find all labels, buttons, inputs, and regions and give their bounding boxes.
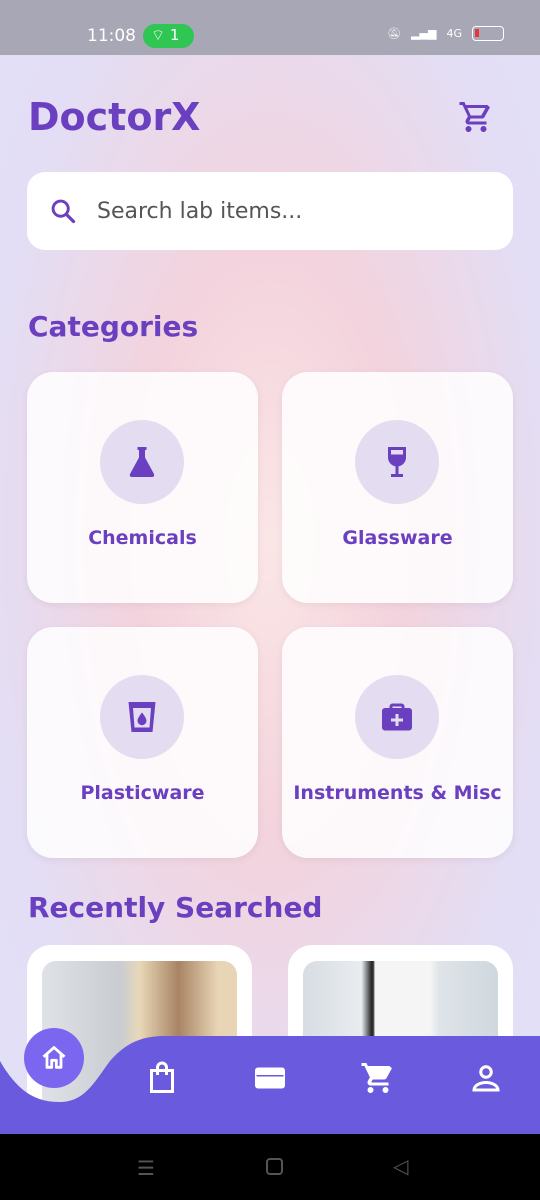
medical-kit-icon [382, 703, 412, 731]
home-screen: DoctorX Categories Chemicals Glassware P… [0, 55, 540, 1134]
recents-button[interactable]: ☰ [137, 1156, 155, 1180]
search-icon [51, 199, 76, 224]
category-label: Instruments & Misc [293, 782, 502, 804]
category-card-chemicals[interactable]: Chemicals [27, 372, 258, 603]
wine-glass-icon [388, 447, 406, 477]
search-bar[interactable] [27, 172, 513, 250]
hotspot-badge: ⌔ 1 [143, 24, 194, 48]
categories-heading: Categories [28, 310, 199, 343]
category-card-glassware[interactable]: Glassware [282, 372, 513, 603]
status-icons: 🔕︎ ▂▄▆ 4G [387, 26, 504, 41]
category-label: Glassware [342, 527, 453, 549]
shopping-bag-icon[interactable] [144, 1060, 180, 1096]
system-nav-bar: ☰ ◁ [0, 1134, 540, 1200]
network-type: 4G [446, 27, 462, 40]
home-icon [42, 1046, 66, 1069]
nav-home-button[interactable] [24, 1028, 84, 1088]
bottom-nav [0, 1028, 540, 1134]
cart-icon[interactable] [458, 99, 494, 135]
recently-searched-heading: Recently Searched [28, 891, 323, 924]
category-card-instruments[interactable]: Instruments & Misc [282, 627, 513, 858]
signal-icon: ▂▄▆ [411, 27, 437, 40]
system-home-button[interactable] [266, 1158, 283, 1175]
cart-nav-icon[interactable] [360, 1060, 396, 1096]
profile-icon[interactable] [468, 1060, 504, 1096]
battery-icon [472, 26, 504, 41]
category-label: Chemicals [88, 527, 197, 549]
category-label: Plasticware [80, 782, 205, 804]
category-card-plasticware[interactable]: Plasticware [27, 627, 258, 858]
flask-icon [129, 447, 155, 477]
app-title: DoctorX [28, 95, 201, 139]
search-input[interactable] [97, 198, 477, 224]
mute-icon: 🔕︎ [387, 27, 402, 40]
status-bar: 11:08 ⌔ 1 🔕︎ ▂▄▆ 4G [0, 0, 540, 55]
wallet-icon[interactable] [252, 1060, 288, 1096]
cup-icon [128, 702, 156, 732]
back-button[interactable]: ◁ [393, 1154, 408, 1178]
clock: 11:08 [87, 26, 136, 46]
